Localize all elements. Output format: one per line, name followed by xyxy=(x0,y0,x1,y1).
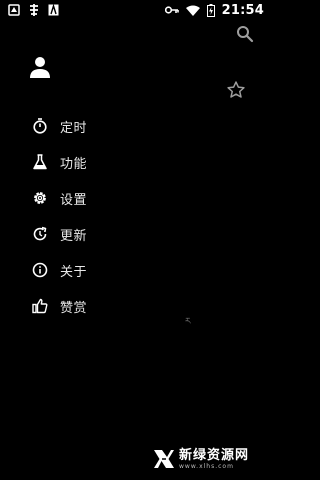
status-time: 21:54 xyxy=(221,2,264,18)
watermark-text: 新绿资源网 www.xlhs.com xyxy=(179,449,249,470)
watermark: 新绿资源网 www.xlhs.com xyxy=(153,448,249,470)
menu-item-label: 更新 xyxy=(60,228,88,244)
menu-item-appreciate[interactable]: 赞赏 xyxy=(0,288,200,324)
menu-item-label: 关于 xyxy=(60,264,88,280)
app-screen: 21:54 定时 功能 设置 更新 关于 赞赏 ར 新绿资源网 www.xlhs… xyxy=(0,0,270,480)
menu-item-label: 功能 xyxy=(60,156,88,172)
menu-item-settings[interactable]: 设置 xyxy=(0,180,200,216)
search-icon xyxy=(237,26,254,43)
menu-item-update[interactable]: 更新 xyxy=(0,216,200,252)
menu-item-timer[interactable]: 定时 xyxy=(0,108,200,144)
status-left-icons xyxy=(8,3,59,17)
timer-icon xyxy=(32,118,48,134)
menu-item-about[interactable]: 关于 xyxy=(0,252,200,288)
refresh-icon xyxy=(32,226,48,242)
menu-item-label: 设置 xyxy=(60,192,88,208)
wifi-icon xyxy=(185,5,200,16)
vpn-key-icon xyxy=(8,4,20,16)
person-icon xyxy=(30,57,50,78)
user-avatar[interactable] xyxy=(28,55,52,79)
menu-item-label: 定时 xyxy=(60,120,88,136)
menu-item-label: 赞赏 xyxy=(60,300,88,316)
watermark-cn: 新绿资源网 xyxy=(179,447,250,463)
status-right-icons: 21:54 xyxy=(164,2,264,18)
xlhs-logo-icon xyxy=(154,450,174,468)
info-icon xyxy=(32,262,48,278)
status-bar: 21:54 xyxy=(0,0,270,20)
battery-icon xyxy=(206,3,215,17)
search-button[interactable] xyxy=(236,25,254,43)
stray-mark: ར xyxy=(185,317,191,327)
star-outline-icon xyxy=(227,81,245,98)
watermark-en: www.xlhs.com xyxy=(179,462,234,470)
gear-icon xyxy=(32,190,48,206)
key-icon xyxy=(164,5,179,15)
bug-icon xyxy=(27,3,41,17)
favorite-button[interactable] xyxy=(226,80,246,100)
thumb-up-icon xyxy=(32,298,48,314)
drawer-menu: 定时 功能 设置 更新 关于 赞赏 xyxy=(0,108,200,324)
flask-icon xyxy=(32,154,48,170)
menu-item-function[interactable]: 功能 xyxy=(0,144,200,180)
nfc-icon xyxy=(48,4,59,16)
